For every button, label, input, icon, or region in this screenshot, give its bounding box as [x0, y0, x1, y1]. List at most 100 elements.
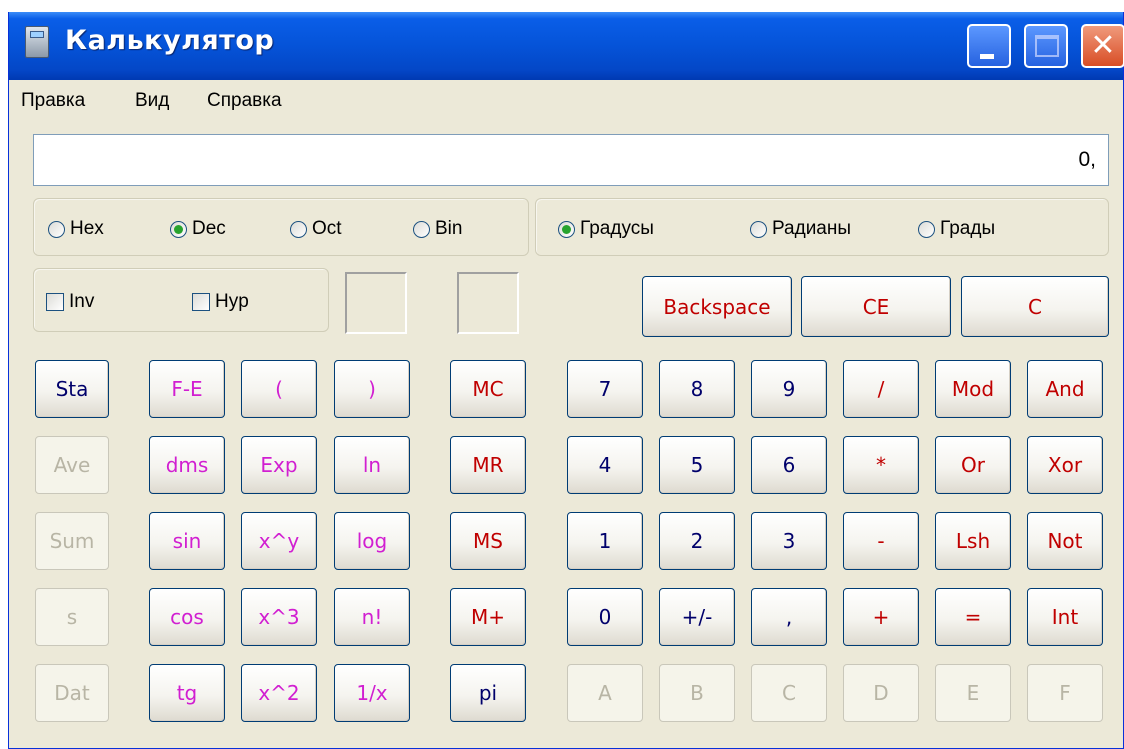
digit-4-button[interactable]: 4 [567, 436, 643, 494]
radio-hex-circle [48, 220, 65, 238]
angle-group: Градусы Радианы Грады [535, 198, 1109, 256]
log-button[interactable]: log [334, 512, 410, 570]
reciprocal-button[interactable]: 1/x [334, 664, 410, 722]
hex-a-button[interactable]: A [567, 664, 643, 722]
radio-grads-label: Грады [940, 218, 996, 239]
equals-button[interactable]: = [935, 588, 1011, 646]
digit-1-button[interactable]: 1 [567, 512, 643, 570]
clear-button[interactable]: C [961, 276, 1109, 337]
x-pow-y-button[interactable]: x^y [241, 512, 317, 570]
dms-button[interactable]: dms [149, 436, 225, 494]
radio-degrees[interactable]: Градусы [558, 218, 654, 240]
mr-button[interactable]: MR [450, 436, 526, 494]
sin-button[interactable]: sin [149, 512, 225, 570]
checkbox-inv[interactable]: Inv [46, 291, 94, 313]
x-cube-button[interactable]: x^3 [241, 588, 317, 646]
lsh-button[interactable]: Lsh [935, 512, 1011, 570]
digit-7-button[interactable]: 7 [567, 360, 643, 418]
digit-3-button[interactable]: 3 [751, 512, 827, 570]
radio-hex[interactable]: Hex [48, 218, 104, 240]
radio-oct[interactable]: Oct [290, 218, 342, 240]
backspace-button[interactable]: Backspace [642, 276, 792, 337]
clear-entry-button[interactable]: CE [801, 276, 951, 337]
not-button[interactable]: Not [1027, 512, 1103, 570]
radio-radians[interactable]: Радианы [750, 218, 851, 240]
or-button[interactable]: Or [935, 436, 1011, 494]
mc-button[interactable]: MC [450, 360, 526, 418]
decimal-button[interactable]: , [751, 588, 827, 646]
fe-button[interactable]: F-E [149, 360, 225, 418]
result-display[interactable]: 0, [33, 134, 1109, 186]
negate-button[interactable]: +/- [659, 588, 735, 646]
checkbox-hyp-box [192, 293, 210, 311]
int-button[interactable]: Int [1027, 588, 1103, 646]
hex-c-button[interactable]: C [751, 664, 827, 722]
hex-d-button[interactable]: D [843, 664, 919, 722]
cos-button[interactable]: cos [149, 588, 225, 646]
and-button[interactable]: And [1027, 360, 1103, 418]
title-bar[interactable]: Калькулятор ✕ [9, 12, 1124, 80]
radio-radians-label: Радианы [772, 218, 852, 239]
radio-hex-label: Hex [70, 218, 104, 239]
factorial-button[interactable]: n! [334, 588, 410, 646]
digit-6-button[interactable]: 6 [751, 436, 827, 494]
maximize-button[interactable] [1024, 24, 1068, 68]
radio-bin-circle [413, 220, 430, 238]
xor-button[interactable]: Xor [1027, 436, 1103, 494]
maximize-icon [1035, 35, 1059, 57]
hex-e-button[interactable]: E [935, 664, 1011, 722]
radio-dec[interactable]: Dec [170, 218, 226, 240]
s-button[interactable]: s [35, 588, 109, 646]
subtract-button[interactable]: - [843, 512, 919, 570]
close-button[interactable]: ✕ [1081, 24, 1124, 68]
radix-group: Hex Dec Oct Bin [33, 198, 529, 256]
radio-oct-label: Oct [312, 218, 342, 239]
pi-button[interactable]: pi [450, 664, 526, 722]
radio-bin[interactable]: Bin [413, 218, 462, 240]
digit-9-button[interactable]: 9 [751, 360, 827, 418]
inv-hyp-group: Inv Hyp [33, 268, 329, 332]
checkbox-hyp-label: Hyp [215, 291, 249, 312]
calculator-window: Калькулятор ✕ Правка Вид Справка 0, Hex … [8, 12, 1124, 749]
window-title: Калькулятор [65, 25, 275, 56]
divide-button[interactable]: / [843, 360, 919, 418]
calculator-icon [25, 26, 49, 58]
hex-f-button[interactable]: F [1027, 664, 1103, 722]
sta-button[interactable]: Sta [35, 360, 109, 418]
radio-grads[interactable]: Грады [918, 218, 995, 240]
dat-button[interactable]: Dat [35, 664, 109, 722]
memory-indicator [345, 272, 407, 334]
minimize-icon [980, 54, 994, 59]
ms-button[interactable]: MS [450, 512, 526, 570]
radio-oct-circle [290, 220, 307, 238]
radio-grads-circle [918, 220, 935, 238]
open-paren-button[interactable]: ( [241, 360, 317, 418]
minimize-button[interactable] [967, 24, 1011, 68]
digit-5-button[interactable]: 5 [659, 436, 735, 494]
menu-edit[interactable]: Правка [21, 90, 85, 112]
digit-0-button[interactable]: 0 [567, 588, 643, 646]
add-button[interactable]: + [843, 588, 919, 646]
digit-2-button[interactable]: 2 [659, 512, 735, 570]
m-plus-button[interactable]: M+ [450, 588, 526, 646]
radio-degrees-circle [558, 220, 575, 238]
menu-bar: Правка Вид Справка [9, 80, 1123, 124]
tg-button[interactable]: tg [149, 664, 225, 722]
mod-button[interactable]: Mod [935, 360, 1011, 418]
ave-button[interactable]: Ave [35, 436, 109, 494]
ln-button[interactable]: ln [334, 436, 410, 494]
checkbox-hyp[interactable]: Hyp [192, 291, 249, 313]
sum-button[interactable]: Sum [35, 512, 109, 570]
menu-help[interactable]: Справка [207, 90, 282, 112]
close-paren-button[interactable]: ) [334, 360, 410, 418]
checkbox-inv-box [46, 293, 64, 311]
menu-view[interactable]: Вид [135, 90, 169, 112]
radio-bin-label: Bin [435, 218, 463, 239]
digit-8-button[interactable]: 8 [659, 360, 735, 418]
radio-dec-circle [170, 220, 187, 238]
hex-b-button[interactable]: B [659, 664, 735, 722]
multiply-button[interactable]: * [843, 436, 919, 494]
exp-button[interactable]: Exp [241, 436, 317, 494]
parenthesis-indicator [457, 272, 519, 334]
x-square-button[interactable]: x^2 [241, 664, 317, 722]
